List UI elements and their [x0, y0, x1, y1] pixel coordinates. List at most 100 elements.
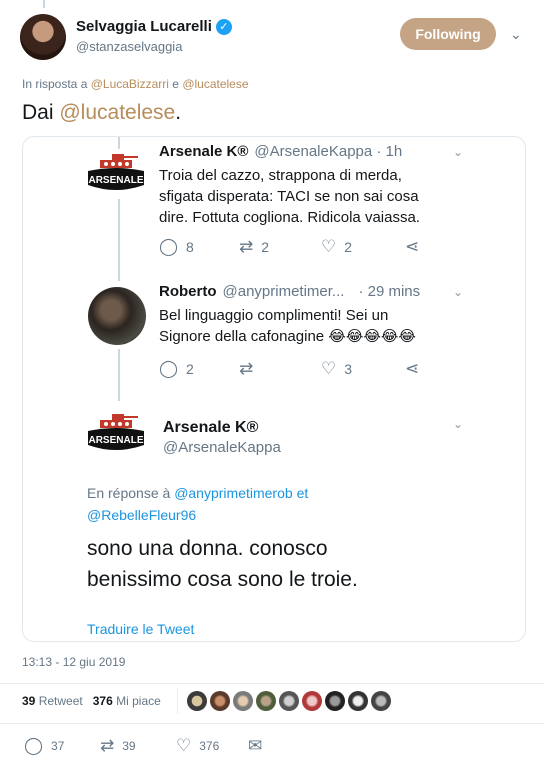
quoted-tweet-1-name[interactable]: Arsenale K® — [159, 143, 248, 160]
thread-line-1 — [118, 199, 120, 281]
retweet-stat-label: Retweet — [38, 694, 83, 708]
en-reponse-prefix: En réponse à — [87, 485, 171, 501]
quoted-tweet-3-body: sono una donna. conosco benissimo cosa s… — [87, 533, 358, 595]
reply-count: 2 — [186, 360, 194, 377]
tweet-mention-link[interactable]: @lucatelese — [59, 101, 175, 124]
liker-avatar[interactable] — [279, 691, 299, 711]
reply-icon: ◯ — [24, 736, 44, 755]
chevron-down-icon: ⌄ — [453, 145, 464, 159]
svg-text:ARSENALE: ARSENALE — [88, 435, 143, 446]
stats-divider — [177, 688, 178, 714]
tweet-actions: ◯ 37 ⇄ 39 ♡ 376 ✉ — [24, 737, 262, 754]
heart-icon: ♡ — [321, 359, 337, 378]
reply-conj: e — [172, 77, 179, 91]
share-action: ⋖ — [405, 360, 419, 377]
tweet-text: Dai @lucatelese. — [22, 101, 181, 125]
thread-connector-top — [43, 0, 45, 8]
arsenale-avatar-1[interactable]: ARSENALE — [86, 151, 146, 197]
liker-avatar[interactable] — [302, 691, 322, 711]
reply-action: ◯ 8 — [159, 238, 239, 255]
reply-prefix: In risposta a — [22, 77, 88, 91]
liker-avatar[interactable] — [210, 691, 230, 711]
direct-message-button[interactable]: ✉ — [248, 737, 262, 754]
tank-logo-icon: ARSENALE — [88, 154, 144, 190]
tweet-stats: 39 Retweet 376 Mi piace — [22, 694, 161, 708]
like-stat-count: 376 — [92, 694, 113, 708]
author-name-row[interactable]: Selvaggia Lucarelli ✓ — [76, 18, 232, 35]
reply-count: 8 — [186, 238, 194, 255]
tweet-text-prefix: Dai — [22, 101, 60, 124]
reply-action: ◯ 2 — [159, 360, 239, 377]
quoted-tweet-1-line-1: Troia del cazzo, strappona di merda, — [159, 167, 402, 184]
following-button[interactable]: Following — [400, 18, 496, 50]
quoted-tweet-1-line-2: sfigata disperata: TACI se non sai cosa — [159, 188, 419, 205]
envelope-icon: ✉ — [248, 736, 263, 755]
reply-icon: ◯ — [159, 237, 179, 256]
quoted-tweet-2-name[interactable]: Roberto — [159, 283, 217, 300]
reply-button[interactable]: ◯ 37 — [24, 737, 100, 754]
reply-count: 37 — [51, 738, 65, 753]
like-action: ♡ 2 — [321, 238, 405, 255]
liker-avatar[interactable] — [233, 691, 253, 711]
retweet-stat-count: 39 — [22, 694, 36, 708]
thread-line-2 — [118, 349, 120, 401]
retweet-count: 39 — [122, 738, 136, 753]
tweet-timestamp[interactable]: 13:13 - 12 giu 2019 — [22, 655, 125, 669]
en-reponse-user-2: @RebelleFleur96 — [87, 507, 197, 523]
liker-avatar[interactable] — [348, 691, 368, 711]
retweet-icon: ⇄ — [239, 359, 254, 378]
translate-tweet-link: Traduire le Tweet — [87, 621, 195, 637]
like-count: 2 — [344, 238, 353, 255]
chevron-down-icon: ⌄ — [453, 417, 464, 431]
divider — [0, 723, 544, 724]
liker-avatar[interactable] — [325, 691, 345, 711]
retweet-action: ⇄ 2 — [239, 238, 321, 255]
liker-avatar[interactable] — [187, 691, 207, 711]
retweet-stat[interactable]: 39 Retweet — [22, 694, 83, 708]
like-action: ♡ 3 — [321, 360, 405, 377]
thread-line-top — [118, 137, 120, 149]
author-display-name[interactable]: Selvaggia Lucarelli — [76, 18, 212, 35]
tank-logo-icon: ARSENALE — [88, 414, 144, 450]
quoted-tweet-2-body: Bel linguaggio complimenti! Sei un Signo… — [159, 305, 416, 347]
like-count: 3 — [344, 360, 353, 377]
quoted-tweet-2-time: · 29 mins — [358, 283, 421, 300]
retweet-button[interactable]: ⇄ 39 — [100, 737, 176, 754]
quoted-tweet-2-header: Roberto @anyprimetimer... · 29 mins — [159, 283, 420, 300]
en-reponse-user-1: @anyprimetimerob — [174, 485, 293, 501]
svg-text:ARSENALE: ARSENALE — [88, 175, 143, 186]
quoted-tweet-3-name[interactable]: Arsenale K® — [163, 419, 258, 437]
reply-user-link-2[interactable]: @lucatelese — [182, 77, 248, 91]
like-button[interactable]: ♡ 376 — [176, 737, 248, 754]
quoted-tweet-3-line-2: benissimo cosa sono le troie. — [87, 568, 358, 591]
liker-avatar[interactable] — [371, 691, 391, 711]
en-reponse-conj: et — [296, 485, 309, 501]
heart-icon: ♡ — [176, 736, 192, 755]
reply-context: In risposta a @LucaBizzarri e @lucateles… — [22, 77, 249, 91]
share-icon: ⋖ — [405, 237, 420, 256]
quoted-tweet-2-handle: @anyprimetimer... — [222, 283, 345, 300]
liker-avatars — [187, 691, 391, 711]
liker-avatar[interactable] — [256, 691, 276, 711]
reply-icon: ◯ — [159, 359, 179, 378]
quoted-tweet-3-handle[interactable]: @ArsenaleKappa — [163, 439, 281, 456]
quoted-tweet-1-line-3: dire. Fottuta cogliona. Ridicola vaiassa… — [159, 209, 420, 226]
roberto-avatar[interactable] — [88, 287, 146, 345]
author-handle[interactable]: @stanzaselvaggia — [76, 39, 182, 54]
author-avatar[interactable] — [20, 14, 66, 60]
quoted-tweet-1-body: Troia del cazzo, strappona di merda, sfi… — [159, 165, 420, 228]
retweet-icon: ⇄ — [100, 736, 115, 755]
tweet-header: Selvaggia Lucarelli ✓ @stanzaselvaggia F… — [20, 14, 530, 62]
like-stat[interactable]: 376 Mi piace — [93, 694, 161, 708]
embedded-screenshot[interactable]: ARSENALE Arsenale K® @ArsenaleKappa · 1h… — [22, 136, 526, 642]
share-action: ⋖ — [405, 238, 419, 255]
chevron-down-icon: ⌄ — [453, 285, 464, 299]
quoted-tweet-1-meta: @ArsenaleKappa · 1h — [254, 143, 403, 160]
arsenale-avatar-2[interactable]: ARSENALE — [86, 411, 146, 457]
divider — [0, 683, 544, 684]
like-count: 376 — [199, 738, 220, 753]
reply-user-link-1[interactable]: @LucaBizzarri — [91, 77, 169, 91]
heart-icon: ♡ — [321, 237, 337, 256]
quoted-tweet-2-line-2: Signore della cafonagine 😂😂😂😂😂 — [159, 328, 416, 345]
chevron-down-icon[interactable]: ⌄ — [510, 26, 522, 43]
